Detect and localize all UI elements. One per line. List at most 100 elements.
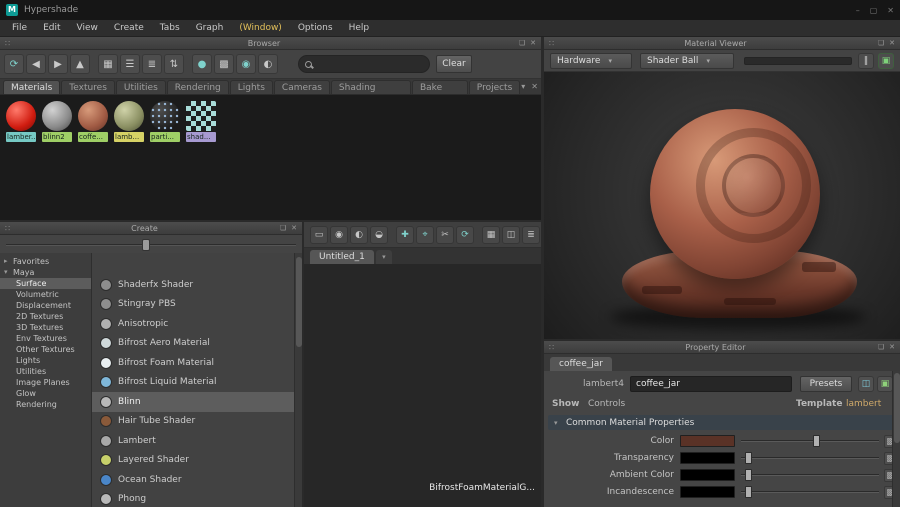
snap-target-icon[interactable]: ⌖	[416, 226, 434, 244]
regraph-icon[interactable]: ⟳	[456, 226, 474, 244]
menu-options[interactable]: Options	[290, 23, 341, 33]
tree-item-2d-textures[interactable]: 2D Textures	[0, 311, 91, 322]
menu-graph[interactable]: Graph	[188, 23, 232, 33]
tree-item-favorites[interactable]: ▸Favorites	[0, 256, 91, 267]
details-view-icon[interactable]: ≣	[142, 54, 162, 74]
list-layout-icon[interactable]: ≣	[522, 226, 540, 244]
tab-bake-sets[interactable]: Bake Sets	[412, 80, 468, 94]
pause-render-icon[interactable]: ‖	[858, 53, 874, 69]
material-item-anisotropic[interactable]: Anisotropic	[92, 314, 294, 334]
tree-item-other-textures[interactable]: Other Textures	[0, 344, 91, 355]
renderer-dropdown[interactable]: Hardware ▾	[550, 53, 632, 69]
color-swatch[interactable]	[680, 486, 735, 498]
swatch-shadow[interactable]: shad...	[186, 101, 216, 142]
snapshot-icon[interactable]: ▣	[878, 53, 894, 69]
template-value[interactable]: lambert	[846, 399, 881, 409]
tree-item-maya[interactable]: ▾Maya	[0, 267, 91, 278]
horizontal-splitter[interactable]	[544, 339, 900, 341]
presets-button[interactable]: Presets	[800, 376, 852, 392]
material-swatch-area[interactable]: lamber... blinn2 coffe... lamb... parti.…	[0, 95, 541, 222]
section-common-material-properties[interactable]: ▾ Common Material Properties	[548, 415, 896, 430]
swatch-blinn2[interactable]: blinn2	[42, 101, 72, 142]
node-name-field[interactable]	[630, 376, 792, 392]
material-ball-icon[interactable]	[42, 101, 72, 131]
render-swatch-icon[interactable]: ◉	[236, 54, 256, 74]
back-icon[interactable]: ◀	[26, 54, 46, 74]
swatch-lambert1[interactable]: lamber...	[6, 101, 36, 142]
tab-utilities[interactable]: Utilities	[116, 80, 166, 94]
material-ball-icon[interactable]	[186, 101, 216, 131]
float-panel-icon[interactable]: ❏	[878, 39, 884, 47]
material-item-lambert[interactable]: Lambert	[92, 431, 294, 451]
material-ball-icon[interactable]	[6, 101, 36, 131]
menu-edit[interactable]: Edit	[35, 23, 68, 33]
tab-cameras[interactable]: Cameras	[274, 80, 330, 94]
horizontal-splitter[interactable]	[0, 220, 541, 222]
expander-icon[interactable]: ▸	[4, 256, 11, 267]
color-swatch[interactable]	[680, 435, 735, 447]
create-list-scrollbar[interactable]	[294, 253, 302, 507]
color-swatch[interactable]	[680, 452, 735, 464]
marquee-select-icon[interactable]: ▭	[310, 226, 328, 244]
tree-item-glow[interactable]: Glow	[0, 388, 91, 399]
column-layout-icon[interactable]: ◫	[502, 226, 520, 244]
tree-item-env-textures[interactable]: Env Textures	[0, 333, 91, 344]
cut-connections-icon[interactable]: ✂	[436, 226, 454, 244]
swatch-render-icon[interactable]: ●	[192, 54, 212, 74]
tab-close-icon[interactable]: ✕	[531, 82, 538, 91]
tree-item-displacement[interactable]: Displacement	[0, 300, 91, 311]
menu-help[interactable]: Help	[341, 23, 378, 33]
attribute-slider[interactable]	[741, 469, 879, 481]
material-item-bifrost-aero[interactable]: Bifrost Aero Material	[92, 334, 294, 354]
float-panel-icon[interactable]: ❏	[280, 224, 286, 232]
material-ball-icon[interactable]	[78, 101, 108, 131]
panel-grip-icon[interactable]: ∷	[549, 39, 554, 48]
menu-create[interactable]: Create	[106, 23, 152, 33]
tree-item-image-planes[interactable]: Image Planes	[0, 377, 91, 388]
attribute-slider[interactable]	[741, 435, 879, 447]
tree-item-lights[interactable]: Lights	[0, 355, 91, 366]
tab-lights[interactable]: Lights	[230, 80, 273, 94]
slider-handle[interactable]	[745, 469, 752, 481]
node-editor-tab-untitled[interactable]: Untitled_1	[310, 250, 374, 264]
tab-materials[interactable]: Materials	[3, 80, 60, 94]
slider-handle[interactable]	[745, 452, 752, 464]
material-item-phong[interactable]: Phong	[92, 490, 294, 507]
expander-icon[interactable]: ▾	[4, 267, 11, 278]
menu-tabs[interactable]: Tabs	[152, 23, 188, 33]
swatch-coffee[interactable]: coffe...	[78, 101, 108, 142]
close-panel-icon[interactable]: ✕	[530, 39, 536, 47]
search-input[interactable]	[298, 55, 430, 73]
tab-rendering[interactable]: Rendering	[167, 80, 229, 94]
scrollbar-thumb[interactable]	[894, 373, 900, 443]
tab-textures[interactable]: Textures	[61, 80, 115, 94]
open-lookdev-icon[interactable]: ▣	[877, 376, 893, 392]
checker-icon[interactable]: ▩	[214, 54, 234, 74]
tree-item-3d-textures[interactable]: 3D Textures	[0, 322, 91, 333]
tree-item-rendering[interactable]: Rendering	[0, 399, 91, 410]
controls-menu[interactable]: Controls	[588, 399, 625, 409]
tab-projects[interactable]: Projects	[469, 80, 520, 94]
property-tab-coffee-jar[interactable]: coffee_jar	[550, 357, 612, 371]
tree-item-volumetric[interactable]: Volumetric	[0, 289, 91, 300]
close-icon[interactable]: ✕	[887, 6, 894, 15]
material-item-layered[interactable]: Layered Shader	[92, 451, 294, 471]
panel-grip-icon[interactable]: ∷	[5, 39, 10, 48]
material-item-blinn[interactable]: Blinn	[92, 392, 294, 412]
new-tab-button[interactable]: ▾	[376, 250, 392, 264]
material-item-stingray[interactable]: Stingray PBS	[92, 295, 294, 315]
float-panel-icon[interactable]: ❏	[878, 343, 884, 351]
attribute-slider[interactable]	[741, 486, 879, 498]
material-ball-icon[interactable]	[114, 101, 144, 131]
close-panel-icon[interactable]: ✕	[889, 39, 895, 47]
grid-layout-icon[interactable]: ▦	[482, 226, 500, 244]
tree-item-utilities[interactable]: Utilities	[0, 366, 91, 377]
grid-view-icon[interactable]: ▦	[98, 54, 118, 74]
add-node-icon[interactable]: ✚	[396, 226, 414, 244]
panel-grip-icon[interactable]: ∷	[5, 224, 10, 233]
node-editor-canvas[interactable]: BifrostFoamMaterialG...	[304, 264, 541, 507]
clear-search-button[interactable]: Clear	[436, 55, 472, 73]
tab-options-icon[interactable]: ▾	[521, 82, 525, 91]
refresh-icon[interactable]: ⟳	[4, 54, 24, 74]
material-item-bifrost-liquid[interactable]: Bifrost Liquid Material	[92, 373, 294, 393]
